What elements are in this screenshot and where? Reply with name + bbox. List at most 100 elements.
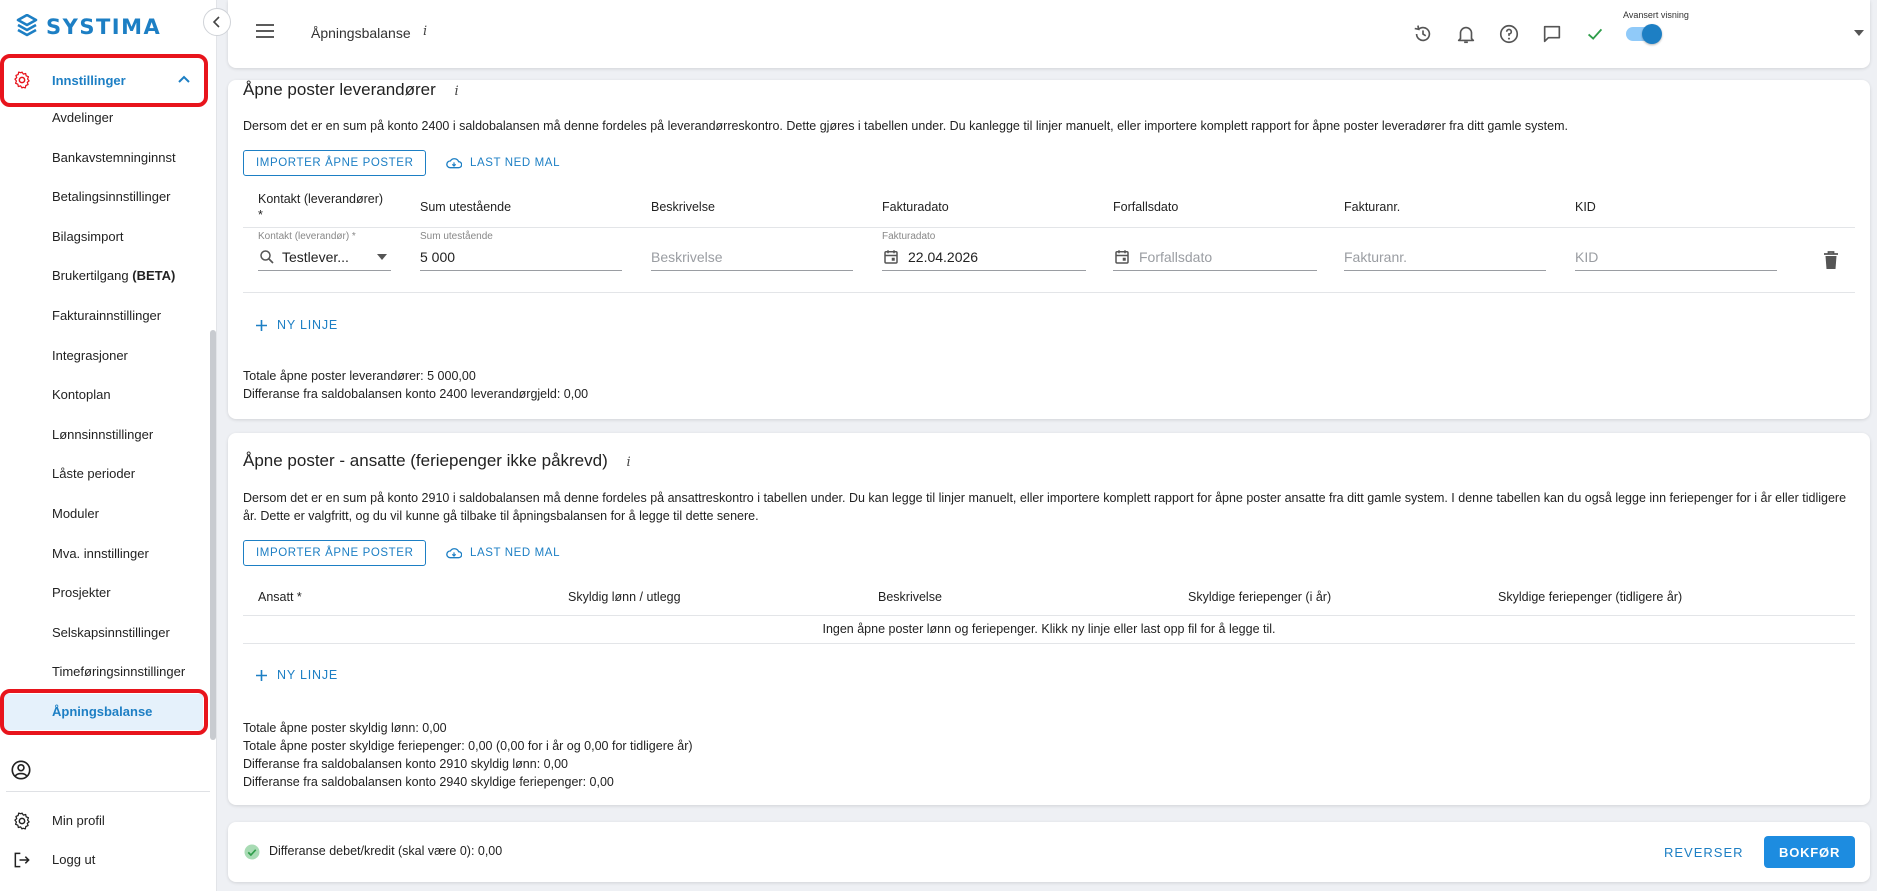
- difference-2910-text: Differanse fra saldobalansen konto 2910 …: [243, 757, 568, 771]
- column-header-invoice-number: Fakturanr.: [1344, 200, 1401, 214]
- import-open-items-button[interactable]: IMPORTER ÅPNE POSTER: [243, 150, 427, 176]
- info-icon[interactable]: i: [423, 24, 427, 39]
- post-button[interactable]: BOKFØR: [1764, 836, 1856, 868]
- column-header-due-date: Forfallsdato: [1113, 200, 1179, 214]
- column-header-description: Beskrivelse: [878, 590, 942, 604]
- add-line-button[interactable]: NY LINJE: [256, 315, 338, 335]
- sidebar-item-brukertilgang[interactable]: Brukertilgang (BETA): [52, 266, 175, 286]
- sidebar-item-innstillinger[interactable]: Innstillinger: [4, 59, 205, 101]
- card-title: Åpne poster leverandører i: [243, 80, 459, 100]
- cloud-download-icon: [446, 158, 462, 169]
- table-row-divider: [243, 643, 1855, 644]
- cloud-download-icon: [446, 548, 462, 559]
- due-date-input[interactable]: Forfallsdato: [1113, 243, 1317, 271]
- contact-value: Testlever...: [282, 248, 349, 265]
- check-icon[interactable]: [1583, 22, 1607, 46]
- contact-select[interactable]: Testlever...: [258, 243, 391, 271]
- sidebar-item-betalingsinnstillinger[interactable]: Betalingsinnstillinger: [52, 187, 171, 207]
- sidebar-item-kontoplan[interactable]: Kontoplan: [52, 385, 111, 405]
- menu-icon[interactable]: [256, 24, 274, 38]
- invoice-date-input[interactable]: 22.04.2026: [882, 243, 1086, 271]
- total-salary-owed-text: Totale åpne poster skyldig lønn: 0,00: [243, 721, 447, 735]
- card-title: Åpne poster - ansatte (feriepenger ikke …: [243, 451, 631, 471]
- suppliers-open-items-card: Åpne poster leverandører i Dersom det er…: [228, 80, 1870, 419]
- difference-2400-text: Differanse fra saldobalansen konto 2400 …: [243, 387, 589, 401]
- gear-icon: [14, 812, 30, 830]
- sidebar-item-bilagsimport[interactable]: Bilagsimport: [52, 227, 124, 247]
- sidebar-item-laste-perioder[interactable]: Låste perioder: [52, 464, 135, 484]
- beta-badge: (BETA): [132, 268, 176, 283]
- top-header: Åpningsbalanse i Avansert visning: [228, 0, 1870, 68]
- sidebar-divider: [6, 791, 210, 792]
- invoice-number-input[interactable]: Fakturanr.: [1344, 243, 1546, 271]
- add-line-button[interactable]: NY LINJE: [256, 665, 338, 685]
- bell-icon[interactable]: [1454, 22, 1478, 46]
- download-template-label: LAST NED MAL: [470, 547, 561, 559]
- sidebar-item-moduler[interactable]: Moduler: [52, 504, 99, 524]
- advanced-view-toggle[interactable]: [1626, 24, 1662, 44]
- required-mark: *: [258, 208, 263, 222]
- card-description: Dersom det er en sum på konto 2400 i sal…: [243, 119, 1568, 133]
- kid-input[interactable]: KID: [1575, 243, 1777, 271]
- column-header-holiday-pay-previous-years: Skyldige feriepenger (tidligere år): [1498, 590, 1683, 604]
- total-suppliers-text: Totale åpne poster leverandører: 5 000,0…: [243, 369, 476, 383]
- sidebar-scrollbar[interactable]: [210, 330, 216, 740]
- delete-icon[interactable]: [1822, 250, 1840, 270]
- check-circle-icon: [244, 844, 260, 860]
- table-header-divider: [243, 615, 1855, 616]
- sidebar-item-timeforingsinnstillinger[interactable]: Timeføringsinnstillinger: [52, 662, 185, 682]
- card-description: Dersom det er en sum på konto 2910 i sal…: [243, 491, 1847, 523]
- sidebar-item-min-profil[interactable]: Min profil: [12, 811, 105, 831]
- description-input[interactable]: Beskrivelse: [651, 243, 853, 271]
- plus-icon: [256, 669, 267, 681]
- column-header-salary-owed: Skyldig lønn / utlegg: [568, 590, 681, 604]
- invoice-date-label: Fakturadato: [882, 231, 936, 242]
- reverse-button[interactable]: REVERSER: [1664, 836, 1744, 868]
- sidebar-item-apningsbalanse[interactable]: Åpningsbalanse: [52, 702, 152, 722]
- systima-logo[interactable]: SYSTIMA: [16, 12, 161, 42]
- sidebar-item-mva-innstillinger[interactable]: Mva. innstillinger: [52, 544, 149, 564]
- card-title-text: Åpne poster leverandører: [243, 80, 436, 99]
- sidebar-item-selskapsinnstillinger[interactable]: Selskapsinnstillinger: [52, 623, 170, 643]
- column-header-contact: Kontakt (leverandører) *: [258, 191, 398, 223]
- table-row-divider: [243, 292, 1855, 293]
- calendar-icon[interactable]: [1113, 248, 1131, 266]
- history-icon[interactable]: [1411, 22, 1435, 46]
- toggle-knob: [1642, 24, 1662, 44]
- info-icon[interactable]: i: [455, 84, 459, 99]
- sidebar-item-integrasjoner[interactable]: Integrasjoner: [52, 346, 128, 366]
- download-template-button[interactable]: LAST NED MAL: [446, 540, 560, 566]
- download-template-button[interactable]: LAST NED MAL: [446, 150, 560, 176]
- sidebar-item-bankavstemming[interactable]: Bankavstemninginnst: [52, 148, 176, 168]
- sidebar-item-prosjekter[interactable]: Prosjekter: [52, 583, 111, 603]
- add-line-label: NY LINJE: [277, 318, 339, 332]
- account-circle-icon[interactable]: [10, 759, 32, 781]
- column-header-kid: KID: [1575, 200, 1596, 214]
- help-icon[interactable]: [1497, 22, 1521, 46]
- calendar-icon[interactable]: [882, 248, 900, 266]
- page-title: Åpningsbalanse: [311, 25, 411, 41]
- column-header-employee: Ansatt *: [258, 590, 302, 604]
- chevron-up-icon[interactable]: [177, 74, 191, 84]
- search-icon: [260, 249, 274, 264]
- gear-icon: [14, 71, 30, 89]
- contact-field-label: Kontakt (leverandør) *: [258, 231, 356, 242]
- collapse-sidebar-button[interactable]: [203, 8, 231, 36]
- due-date-placeholder: Forfallsdato: [1139, 248, 1213, 265]
- total-holiday-pay-text: Totale åpne poster skyldige feriepenger:…: [243, 739, 693, 753]
- info-icon[interactable]: i: [627, 455, 631, 470]
- sidebar-item-lonnsinnstillinger[interactable]: Lønnsinnstillinger: [52, 425, 153, 445]
- import-open-items-button[interactable]: IMPORTER ÅPNE POSTER: [243, 540, 427, 566]
- card-title-text: Åpne poster - ansatte (feriepenger ikke …: [243, 451, 608, 470]
- column-header-description: Beskrivelse: [651, 200, 715, 214]
- plus-icon: [256, 319, 267, 331]
- footer-action-card: Differanse debet/kredit (skal være 0): 0…: [228, 822, 1870, 882]
- logout-icon: [14, 852, 30, 868]
- sidebar-item-logg-ut[interactable]: Logg ut: [12, 850, 95, 870]
- sum-outstanding-input[interactable]: 5 000: [420, 243, 622, 271]
- sidebar-item-fakturainnstillinger[interactable]: Fakturainnstillinger: [52, 306, 161, 326]
- add-line-label: NY LINJE: [277, 668, 339, 682]
- chat-icon[interactable]: [1540, 22, 1564, 46]
- sidebar-item-avdelinger[interactable]: Avdelinger: [52, 108, 113, 128]
- caret-down-icon[interactable]: [1854, 30, 1864, 36]
